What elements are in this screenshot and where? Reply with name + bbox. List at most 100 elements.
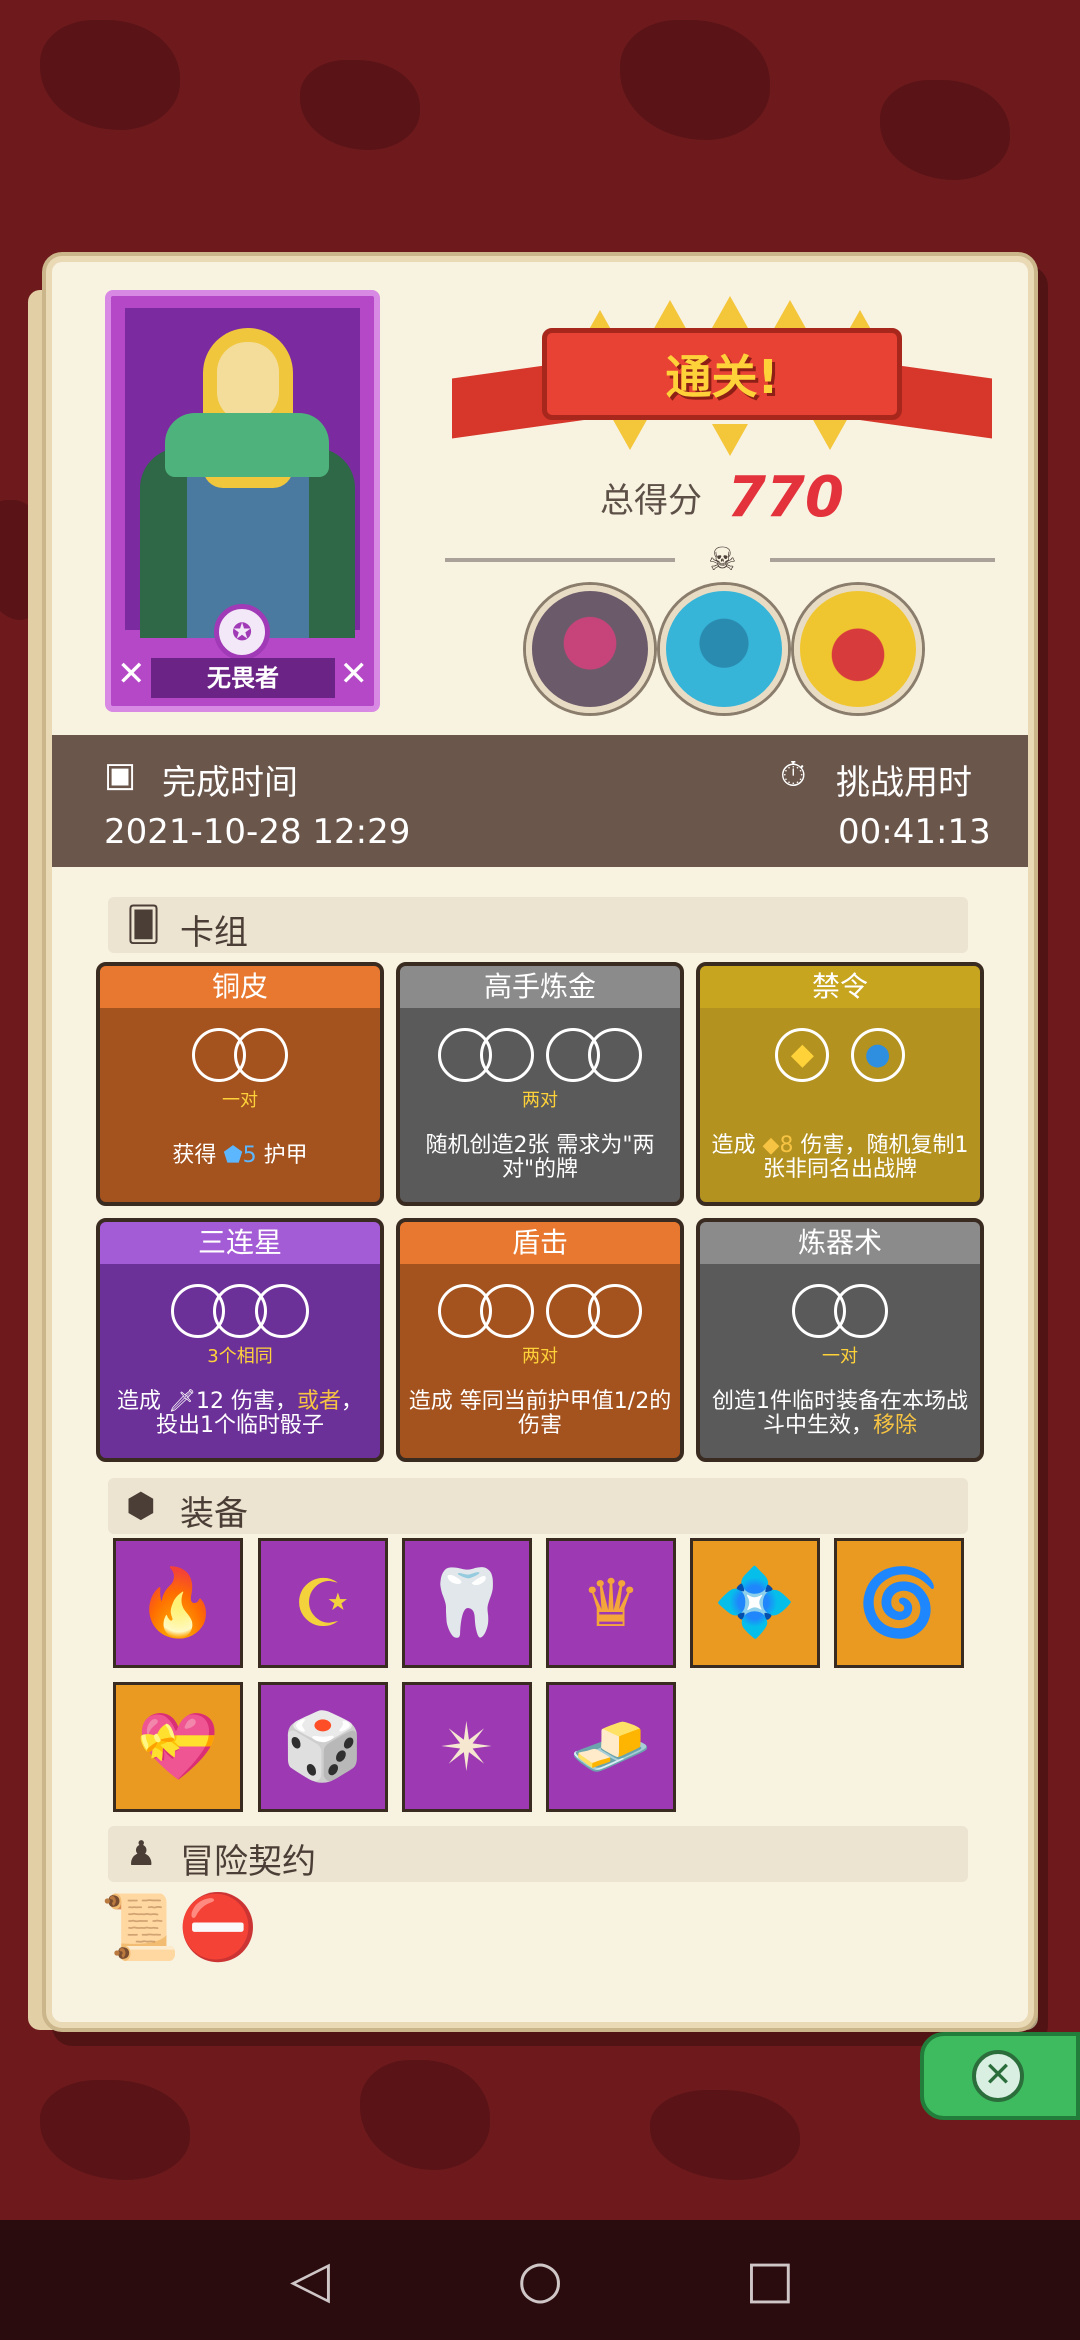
score-value: 770 [727,465,844,530]
card-title: 炼器术 [700,1222,980,1264]
spike-icon [812,418,848,450]
skill-card-ban[interactable]: 禁令 ◆ ● 造成 ◆8 伤害，随机复制1张非同名出战牌 [696,962,984,1206]
card-title: 盾击 [400,1222,680,1264]
card-requirement: 两对 [522,1090,558,1111]
blue-skull-shield-icon: 💠 [713,1564,797,1641]
dice-slots [700,1284,980,1338]
contract-section-header: ♟ 冒险契约 [108,1826,968,1882]
boss-portrait-1[interactable] [526,585,654,713]
contract-section-title: 冒险契约 [180,1842,316,1882]
card-title: 禁令 [700,966,980,1008]
broken-die-icon: 🎲 [281,1708,365,1785]
hero-medal-icon: ✪ [214,604,270,660]
cube-icon: ⬢ [126,1486,156,1526]
sword-icon: 🗡 [168,1389,196,1414]
dice-slots: ◆ ● [700,1028,980,1082]
hero-card: ✪ ✕ ✕ 无畏者 [105,290,380,712]
dice-slots [400,1028,680,1082]
card-description: 造成 等同当前护甲值1/2的伤害 [408,1389,672,1438]
person-icon: ♟ [126,1834,157,1874]
skill-card-triple-star[interactable]: 三连星 3个相同 造成 🗡12 伤害，或者，投出1个临时骰子 [96,1218,384,1462]
horn-icon: 🌀 [857,1564,941,1641]
diamond-icon: ◆ [762,1133,780,1158]
claws-icon: 🦷 [425,1564,509,1641]
equipment-section-title: 装备 [180,1494,248,1534]
victory-title: 通关! [665,350,779,404]
diamond-icon: ◆ [775,1028,830,1082]
skull-icon: ☠ [708,540,737,578]
info-bar: ▣ 完成时间 2021-10-28 12:29 ⏱ 挑战用时 00:41:13 [52,735,1028,867]
equipment-slot[interactable]: 🦷 [402,1538,532,1668]
score-row: 总得分 770 [452,465,992,530]
boss-portrait-2[interactable] [660,585,788,713]
hero-scarf [165,413,329,477]
card-description: 造成 🗡12 伤害，或者，投出1个临时骰子 [117,1389,363,1438]
equipment-slot[interactable]: 🎲 [258,1682,388,1812]
card-title: 高手炼金 [400,966,680,1008]
water-drop-icon: ● [850,1028,905,1082]
equipment-slot[interactable]: 💝 [113,1682,243,1812]
divider-left [445,558,675,562]
scroll-icon[interactable]: 📜 [100,1890,180,1965]
fire-cup-icon: 🔥 [136,1564,220,1641]
equipment-slot[interactable]: 🌀 [834,1538,964,1668]
equipment-slot[interactable]: ♛ [546,1538,676,1668]
equipment-slot[interactable]: 🧈 [546,1682,676,1812]
moon-star-icon: ☪ [293,1564,353,1642]
card-requirement: 两对 [522,1346,558,1367]
close-button[interactable]: ✕ [920,2032,1080,2120]
divider-right [770,558,995,562]
bone-icon: ✕ [339,654,369,694]
cards-icon: 🂠 [126,905,161,945]
skill-card-copper-skin[interactable]: 铜皮 一对 获得 ⬟5 护甲 [96,962,384,1206]
boss-portrait-3[interactable] [794,585,922,713]
victory-banner: 通关! [452,296,992,460]
bone-icon: ✕ [117,654,146,694]
system-nav-bar: ◁ ○ □ [0,2220,1080,2340]
dice-slots [100,1284,380,1338]
shield-icon: ⬟ [223,1143,243,1168]
hero-name: 无畏者 [151,658,335,698]
spike-icon [712,296,748,328]
card-description: 创造1件临时装备在本场战斗中生效，移除 [712,1389,968,1438]
equipment-slot[interactable]: 💠 [690,1538,820,1668]
card-description: 造成 ◆8 伤害，随机复制1张非同名出战牌 [711,1133,969,1182]
film-icon: ▣ [104,755,137,795]
back-icon[interactable]: ◁ [280,2250,340,2310]
dice-slots [400,1284,680,1338]
dice-slots [100,1028,380,1082]
hero-portrait [125,308,360,638]
finish-time-value: 2021-10-28 12:29 [104,812,411,852]
equipment-slot[interactable]: ✴ [402,1682,532,1812]
recents-icon[interactable]: □ [740,2250,800,2310]
card-title: 铜皮 [100,966,380,1008]
equipment-slot[interactable]: 🔥 [113,1538,243,1668]
stopwatch-icon: ⏱ [780,755,807,795]
crown-icon: ♛ [581,1564,641,1642]
duration-label: 挑战用时 [836,763,972,803]
heart-box-icon: 💝 [136,1708,220,1785]
equipment-section-header: ⬢ 装备 [108,1478,968,1534]
demon-seal-icon[interactable]: ⛔ [178,1890,258,1965]
card-description: 随机创造2张 需求为"两对"的牌 [425,1133,655,1182]
card-requirement: 3个相同 [207,1346,273,1367]
card-requirement: 一对 [222,1090,258,1111]
ribbon-main: 通关! [542,328,902,420]
deck-section-header: 🂠 卡组 [108,897,968,953]
equipment-slot[interactable]: ☪ [258,1538,388,1668]
card-requirement: 一对 [822,1346,858,1367]
card-title: 三连星 [100,1222,380,1264]
skill-card-artifice[interactable]: 炼器术 一对 创造1件临时装备在本场战斗中生效，移除 [696,1218,984,1462]
skill-card-shield-bash[interactable]: 盾击 两对 造成 等同当前护甲值1/2的伤害 [396,1218,684,1462]
duration-value: 00:41:13 [838,812,991,852]
spike-icon [712,424,748,456]
home-icon[interactable]: ○ [510,2250,570,2310]
skill-card-master-alchemy[interactable]: 高手炼金 两对 随机创造2张 需求为"两对"的牌 [396,962,684,1206]
score-label: 总得分 [600,481,702,521]
spike-icon [612,418,648,450]
card-description: 获得 ⬟5 护甲 [172,1143,308,1168]
gold-block-icon: 🧈 [569,1708,653,1785]
deck-section-title: 卡组 [180,913,248,953]
hero-face [217,342,279,422]
finish-time-label: 完成时间 [162,763,298,803]
